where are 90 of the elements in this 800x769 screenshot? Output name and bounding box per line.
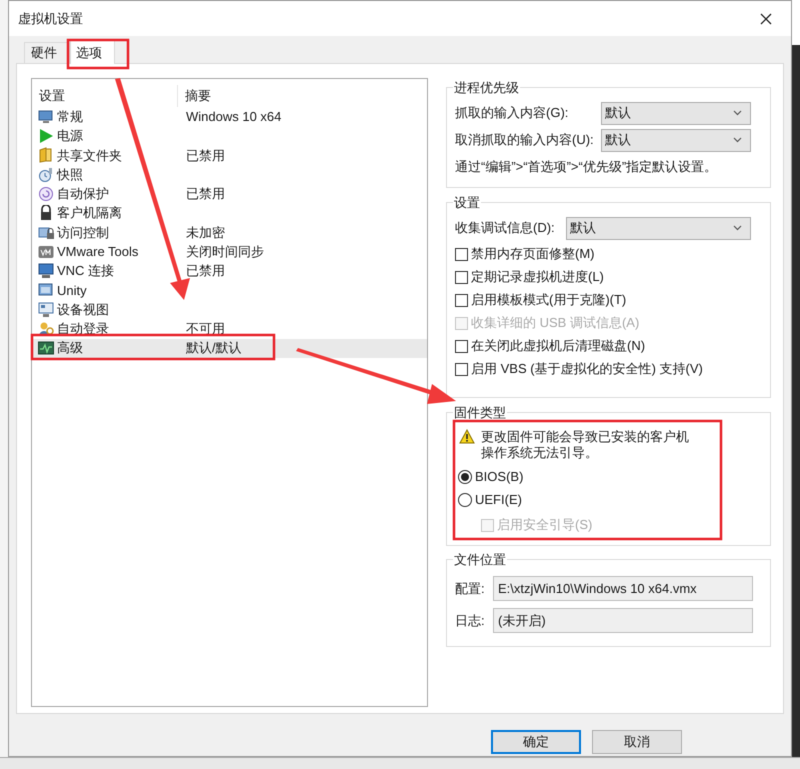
setting-name: 高级 [57,339,83,358]
group-title: 文件位置 [453,551,507,569]
monitor-icon [38,263,54,280]
checkbox[interactable] [455,294,468,306]
checkbox-label: 启用模板模式(用于克隆)(T) [471,291,626,310]
setting-name: 访问控制 [57,224,109,242]
lock-icon [38,205,54,222]
field-label: 抓取的输入内容(G): [455,104,570,122]
warning-text: 更改固件可能会导致已安装的客户机 [481,428,689,444]
highlight-frame [66,38,130,70]
setting-summary: 默认/默认 [186,340,242,356]
checkbox-label: 启用安全引导(S) [497,516,592,534]
list-row[interactable]: 常规 Windows 10 x64 [32,107,427,126]
checkbox[interactable] [455,248,468,260]
setting-name: 快照 [57,166,83,184]
chevron-down-icon [733,225,742,231]
hint-text: 通过“编辑”>“首选项”>“优先级”指定默认设置。 [455,158,718,176]
window-icon [38,282,54,298]
setting-name: Unity [57,282,87,300]
dropdown[interactable]: 默认 [566,216,751,240]
checkbox[interactable] [455,340,468,352]
setting-name: 常规 [57,108,83,126]
list-row[interactable]: 自动登录 不可用 [32,319,427,339]
radio-button[interactable] [458,470,472,484]
radio-label: BIOS(B) [475,468,524,486]
setting-summary: 已禁用 [186,263,225,278]
group-title: 设置 [453,194,481,212]
group-title: 进程优先级 [453,79,520,97]
list-row[interactable]: Unity [32,280,427,300]
setting-summary: 已禁用 [186,186,225,202]
setting-name: 自动登录 [57,320,109,338]
tab[interactable]: 硬件 [24,42,70,63]
warning-text: 操作系统无法引导。 [481,444,599,460]
chevron-down-icon [733,110,742,116]
radio-label: UEFI(E) [475,491,522,510]
list-row[interactable]: 客户机隔离 [32,203,427,223]
chart-icon [38,340,54,356]
setting-summary: 未加密 [186,224,225,240]
dialog-button[interactable]: 确定 [491,730,581,754]
setting-name: VMware Tools [57,242,138,261]
monitor-icon [38,302,54,318]
setting-name: 客户机隔离 [57,204,122,222]
setting-name: 设备视图 [57,300,109,319]
input-field[interactable]: E:\xtzjWin10\Windows 10 x64.vmx [493,576,753,601]
list-row[interactable]: VNC 连接 已禁用 [32,261,427,281]
column-header[interactable]: 摘要 [178,85,211,107]
setting-summary: Windows 10 x64 [186,108,282,124]
setting-name: 共享文件夹 [57,146,122,164]
setting-summary: 不可用 [186,321,225,336]
field-label: 收集调试信息(D): [455,219,556,238]
checkbox[interactable] [455,362,468,376]
list-row[interactable]: 设备视图 [32,300,427,320]
setting-summary: 已禁用 [186,148,225,162]
radio-button[interactable] [458,493,472,507]
list-row[interactable]: VMware Tools 关闭时间同步 [32,242,427,262]
setting-summary: 关闭时间同步 [186,244,264,259]
list-row[interactable]: 访问控制 未加密 [32,222,427,242]
setting-name: 自动保护 [57,185,109,204]
clock-icon [38,166,54,183]
window-title: 虚拟机设置 [18,10,83,28]
folder-icon [38,147,54,164]
tab[interactable]: 选项 [70,40,115,64]
list-row[interactable]: 快照 [32,164,427,184]
dropdown[interactable]: 默认 [601,102,751,124]
play-icon [38,128,54,144]
checkbox-label: 收集详细的 USB 调试信息(A) [471,314,640,332]
monitor-icon [38,108,54,125]
dropdown[interactable]: 默认 [601,128,751,152]
list-row[interactable]: 电源 [32,126,427,146]
field-label: 配置: [455,580,486,598]
setting-name: VNC 连接 [57,262,114,280]
checkbox-label: 禁用内存页面修整(M) [471,245,594,264]
field-label: 取消抓取的输入内容(U): [455,131,595,150]
checkbox-label: 启用 VBS (基于虚拟化的安全性) 支持(V) [471,360,703,378]
list-row[interactable]: 高级 默认/默认 [32,338,427,358]
close-icon [760,12,772,24]
list-row[interactable]: 共享文件夹 已禁用 [32,146,427,165]
checkbox[interactable] [455,270,468,284]
input-field[interactable]: (未开启) [493,608,753,633]
chevron-down-icon [733,137,742,143]
warning-icon [459,428,475,444]
group-title: 固件类型 [453,404,507,422]
user-icon [38,320,54,337]
tools-icon [38,244,54,260]
checkbox-label: 在关闭此虚拟机后清理磁盘(N) [471,337,646,356]
setting-name: 电源 [57,127,83,146]
checkbox-label: 定期记录虚拟机进度(L) [471,268,604,286]
field-label: 日志: [455,612,486,630]
list-row[interactable]: 自动保护 已禁用 [32,184,427,204]
dialog-button[interactable]: 取消 [592,730,682,754]
